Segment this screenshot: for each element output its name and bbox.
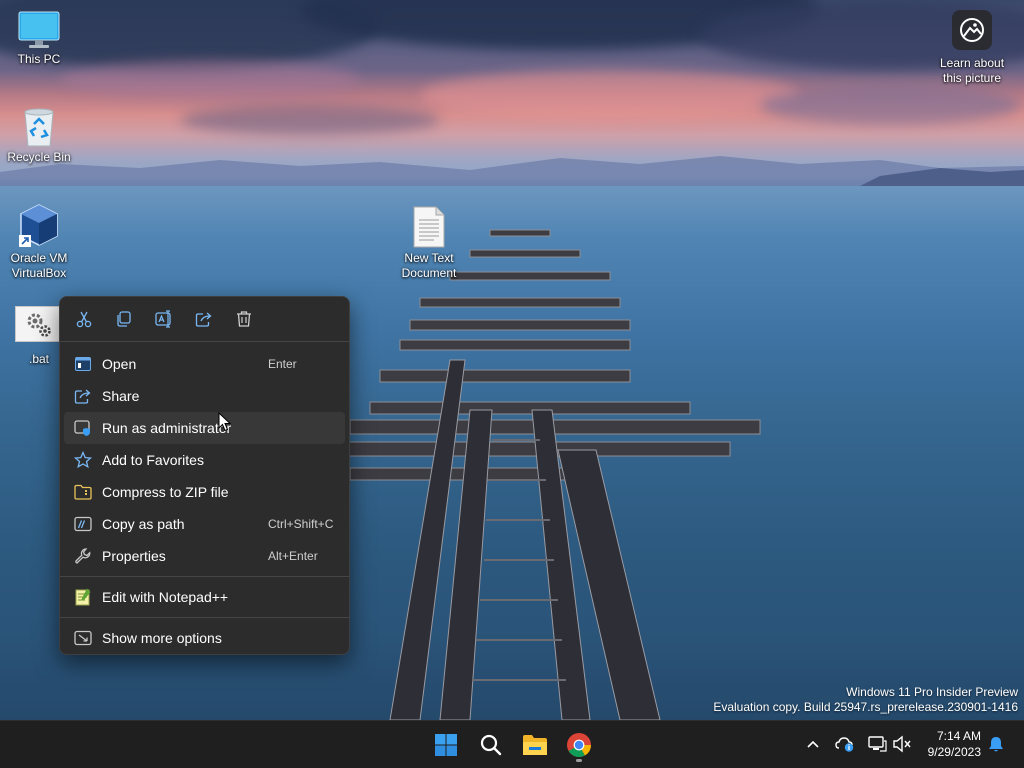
network-tray-button[interactable] (866, 733, 888, 755)
watermark-line-2: Evaluation copy. Build 25947.rs_prerelea… (713, 700, 1018, 714)
desktop-icon-this-pc[interactable]: This PC (0, 10, 79, 67)
copy-icon (117, 311, 131, 327)
volume-tray-button[interactable] (891, 733, 913, 755)
menu-item-run-as-administrator[interactable]: Run as administrator (64, 412, 345, 444)
menu-item-copy-as-path[interactable]: Copy as path Ctrl+Shift+C (64, 508, 345, 540)
share-button[interactable] (184, 301, 224, 337)
desktop-label: This PC (17, 52, 61, 66)
delete-button[interactable] (224, 301, 264, 337)
menu-item-compress-to-zip[interactable]: Compress to ZIP file (64, 476, 345, 508)
volume-muted-icon (893, 735, 911, 753)
cloud-info-icon (835, 737, 854, 752)
search-button[interactable] (475, 729, 507, 761)
system-clock[interactable]: 7:14 AM 9/29/2023 (928, 728, 981, 760)
chrome-button[interactable] (563, 729, 595, 761)
cut-icon (76, 311, 92, 328)
notepadpp-icon (74, 588, 92, 606)
notifications-button[interactable] (985, 733, 1007, 755)
chrome-icon (567, 733, 591, 758)
recycle-bin-icon (24, 108, 54, 147)
separator (60, 341, 349, 342)
desktop-icon-virtualbox[interactable]: Oracle VM VirtualBox (0, 203, 79, 281)
more-options-icon (74, 629, 92, 647)
bat-file-icon (15, 306, 63, 342)
rename-button[interactable] (144, 301, 184, 337)
menu-item-label: Show more options (102, 630, 222, 646)
menu-item-label: Compress to ZIP file (102, 484, 229, 500)
star-icon (74, 451, 92, 469)
rename-icon (155, 310, 171, 328)
desktop-icon-new-text-document[interactable]: New Text Document (389, 205, 469, 281)
separator (60, 576, 349, 577)
learn-about-picture[interactable]: Learn about this picture (920, 10, 1024, 86)
evaluation-watermark: Windows 11 Pro Insider Preview Evaluatio… (713, 685, 1018, 715)
desktop-icon-recycle-bin[interactable]: Recycle Bin (0, 106, 79, 165)
file-explorer-icon (523, 735, 547, 755)
menu-item-share[interactable]: Share (64, 380, 345, 412)
menu-item-label: Add to Favorites (102, 452, 204, 468)
onedrive-tray-button[interactable] (834, 733, 856, 755)
network-icon (868, 736, 887, 752)
shield-icon (74, 419, 92, 437)
copy-button[interactable] (104, 301, 144, 337)
text-document-icon (413, 206, 445, 248)
running-indicator (576, 759, 582, 762)
separator (60, 617, 349, 618)
file-explorer-button[interactable] (519, 729, 551, 761)
context-menu-toolbar (60, 297, 349, 341)
monitor-icon (18, 11, 60, 48)
clock-date: 9/29/2023 (927, 745, 981, 759)
virtualbox-icon (19, 204, 58, 247)
delete-icon (237, 311, 251, 327)
menu-item-label: Share (102, 388, 140, 404)
watermark-line-1: Windows 11 Pro Insider Preview (846, 685, 1018, 699)
menu-item-shortcut: Alt+Enter (268, 549, 318, 563)
desktop-label: Oracle VM VirtualBox (10, 251, 68, 280)
learn-label: Learn about this picture (939, 56, 1005, 85)
menu-item-add-to-favorites[interactable]: Add to Favorites (64, 444, 345, 476)
share-icon (74, 387, 92, 405)
start-icon (435, 734, 457, 756)
taskbar: 7:14 AM 9/29/2023 (0, 720, 1024, 768)
show-hidden-icons-button[interactable] (802, 733, 824, 755)
menu-item-show-more-options[interactable]: Show more options (64, 622, 345, 654)
menu-item-label: Edit with Notepad++ (102, 589, 229, 605)
open-icon (74, 355, 92, 373)
menu-item-edit-with-notepadpp[interactable]: Edit with Notepad++ (64, 581, 345, 613)
mouse-cursor-icon (218, 412, 232, 432)
wrench-icon (74, 547, 92, 565)
context-menu: Open Enter Share Run as administrator Ad… (59, 296, 350, 655)
chevron-up-icon (807, 740, 819, 748)
zip-icon (74, 483, 92, 501)
path-icon (74, 515, 92, 533)
camera-spotlight-icon (952, 10, 992, 50)
bell-icon (989, 737, 1003, 752)
clock-time: 7:14 AM (936, 729, 981, 743)
start-button[interactable] (430, 729, 462, 761)
menu-item-properties[interactable]: Properties Alt+Enter (64, 540, 345, 572)
desktop-label: New Text Document (401, 251, 457, 280)
menu-item-shortcut: Ctrl+Shift+C (268, 517, 334, 531)
share-icon (195, 312, 212, 327)
menu-item-shortcut: Enter (268, 357, 297, 371)
desktop-label: Recycle Bin (7, 150, 71, 164)
cut-button[interactable] (64, 301, 104, 337)
search-icon (480, 734, 502, 756)
menu-item-label: Open (102, 356, 137, 372)
menu-item-open[interactable]: Open Enter (64, 348, 345, 380)
